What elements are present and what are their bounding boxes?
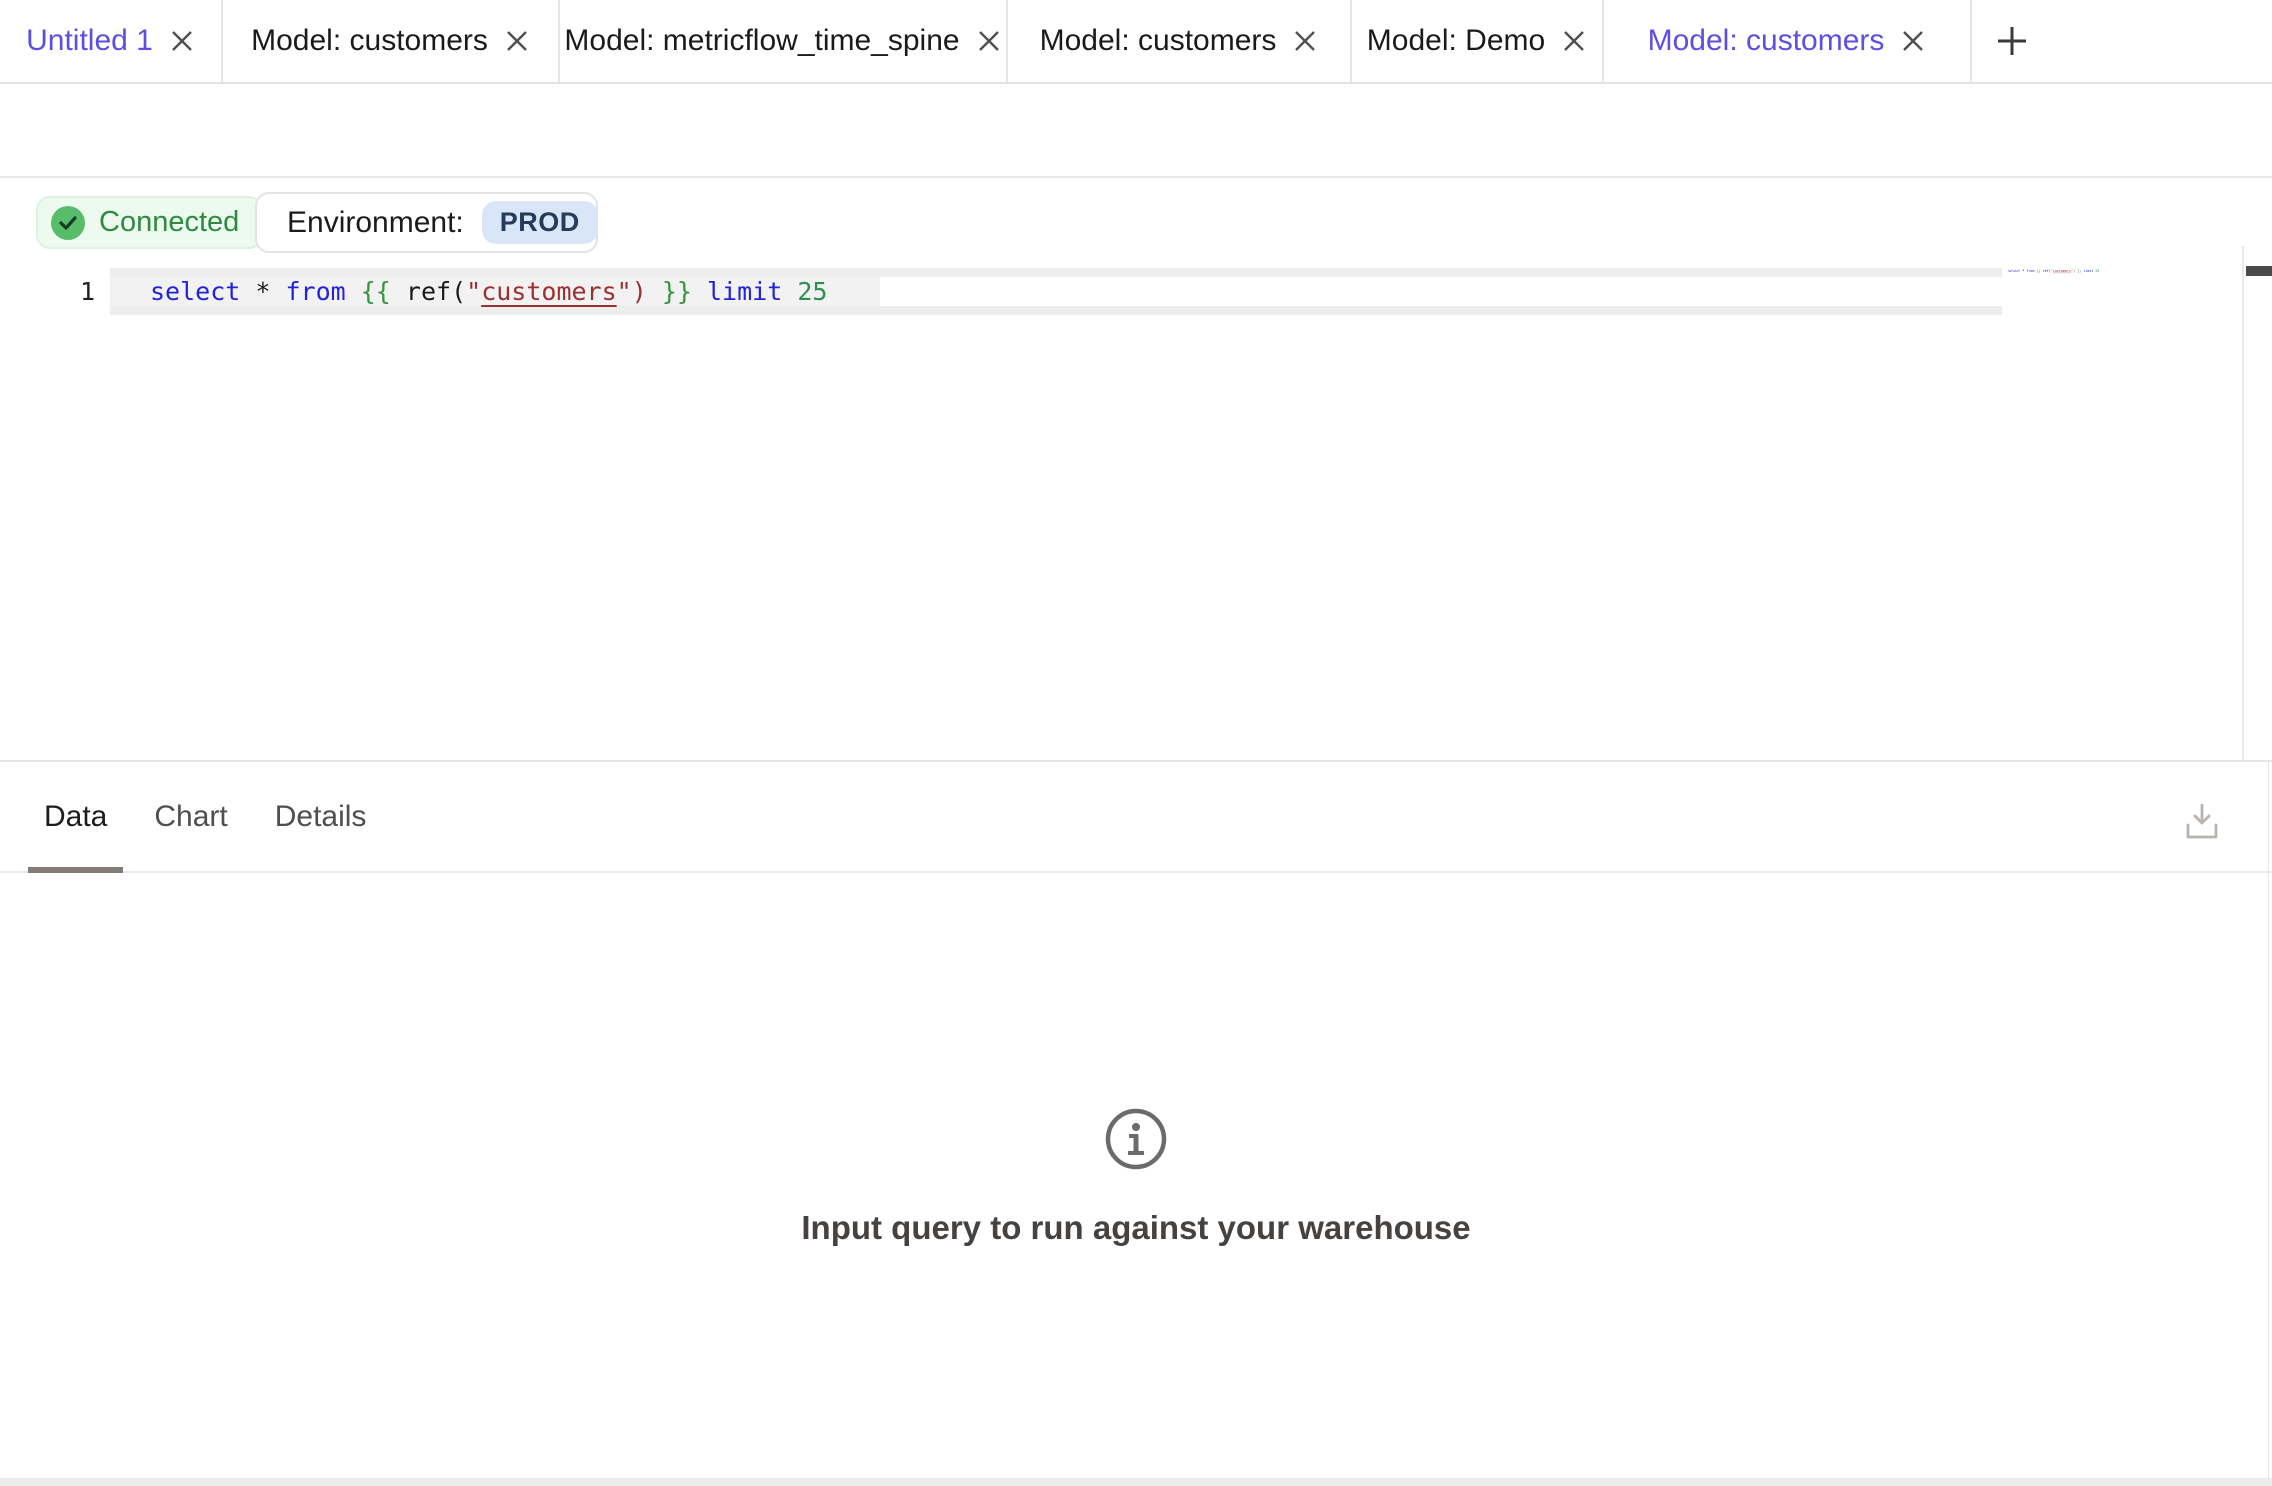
- space: [391, 277, 406, 306]
- sql-code-editor[interactable]: 1 select * from {{ ref("customers") }} l…: [0, 260, 2272, 761]
- editor-scrollbar-thumb[interactable]: [2246, 266, 2272, 276]
- tab-model-customers-2[interactable]: Model: customers: [1008, 0, 1352, 82]
- tab-label: Untitled 1: [26, 24, 153, 58]
- close-icon[interactable]: [1292, 28, 1318, 54]
- sql-number: 25: [797, 277, 827, 306]
- editor-scrollbar-track: [2242, 246, 2272, 761]
- tab-model-customers-3[interactable]: Model: customers: [1604, 0, 1972, 82]
- jinja-open-braces: {{: [361, 277, 391, 306]
- results-empty-state: Input query to run against your warehous…: [0, 875, 2272, 1478]
- paren-open: (: [451, 277, 466, 306]
- connected-check-icon: [51, 206, 85, 240]
- sql-operator: *: [240, 277, 285, 306]
- editor-tab-bar: Untitled 1 Model: customers Model: metri…: [0, 0, 2272, 84]
- tab-label: Model: Demo: [1367, 24, 1545, 58]
- jinja-close-braces: }}: [662, 277, 692, 306]
- sql-keyword: select: [150, 277, 240, 306]
- tab-label: Chart: [154, 800, 227, 834]
- space: [346, 277, 361, 306]
- results-tab-bar: Data Chart Details: [0, 762, 2272, 873]
- sql-keyword: limit: [692, 277, 797, 306]
- download-icon: [2185, 801, 2219, 841]
- download-results-button[interactable]: [2178, 796, 2226, 848]
- tab-model-customers-1[interactable]: Model: customers: [223, 0, 560, 82]
- connected-label: Connected: [99, 206, 239, 239]
- close-icon[interactable]: [1900, 28, 1926, 54]
- empty-state-message: Input query to run against your warehous…: [801, 1209, 1470, 1247]
- line-number: 1: [0, 268, 95, 315]
- tab-label: Data: [44, 800, 107, 834]
- environment-label: Environment:: [287, 206, 464, 240]
- connection-status-row: Connected Environment: PROD: [0, 178, 2272, 260]
- tab-model-metricflow-time-spine[interactable]: Model: metricflow_time_spine: [560, 0, 1008, 82]
- close-icon[interactable]: [1561, 28, 1587, 54]
- editor-minimap: select * from {{ ref("customers") }} lim…: [2008, 269, 2238, 289]
- environment-value-badge: PROD: [482, 201, 598, 244]
- tab-chart[interactable]: Chart: [138, 762, 243, 871]
- minimap-code-line: select * from {{ ref("customers") }} lim…: [2008, 269, 2099, 273]
- tab-label: Model: customers: [251, 24, 488, 58]
- tab-model-demo[interactable]: Model: Demo: [1352, 0, 1604, 82]
- code-line-1[interactable]: select * from {{ ref("customers") }} lim…: [150, 268, 827, 315]
- editor-toolbar: Develop Run: [0, 84, 2272, 178]
- jinja-ref-function: ref: [406, 277, 451, 306]
- sql-keyword: from: [285, 277, 345, 306]
- tab-untitled-1[interactable]: Untitled 1: [0, 0, 223, 82]
- tab-label: Model: customers: [1648, 24, 1885, 58]
- bottom-strip: [0, 1478, 2272, 1486]
- info-icon: [1104, 1107, 1168, 1171]
- close-icon[interactable]: [976, 28, 1002, 54]
- close-icon[interactable]: [169, 28, 195, 54]
- plus-icon: [1995, 24, 2029, 58]
- active-tab-underline: [28, 867, 123, 873]
- ide-window: Untitled 1 Model: customers Model: metri…: [0, 0, 2272, 1486]
- tab-details[interactable]: Details: [259, 762, 383, 871]
- tab-data[interactable]: Data: [28, 762, 123, 871]
- close-icon[interactable]: [504, 28, 530, 54]
- ref-model-link[interactable]: customers: [481, 277, 616, 306]
- quote-close: "): [617, 277, 647, 306]
- space: [647, 277, 662, 306]
- connected-status-badge: Connected: [36, 196, 263, 249]
- tab-label: Model: metricflow_time_spine: [564, 24, 959, 58]
- new-tab-button[interactable]: [1972, 0, 2052, 82]
- tab-label: Details: [275, 800, 367, 834]
- quote-open: ": [466, 277, 481, 306]
- environment-selector[interactable]: Environment: PROD: [255, 192, 598, 253]
- tab-label: Model: customers: [1040, 24, 1277, 58]
